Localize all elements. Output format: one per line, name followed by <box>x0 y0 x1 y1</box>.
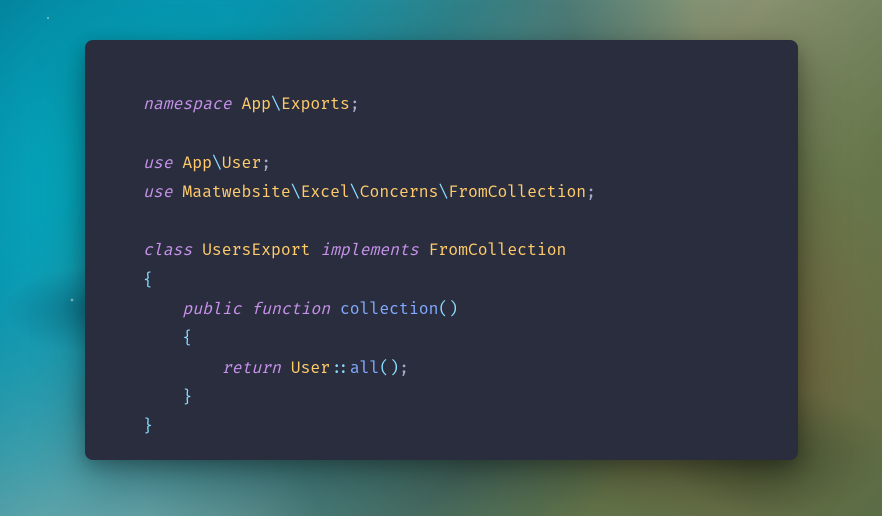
code-token: FromCollection <box>429 240 567 260</box>
code-token <box>143 328 182 348</box>
code-token <box>143 387 182 407</box>
code-line <box>143 207 740 236</box>
code-token: ; <box>399 358 409 378</box>
code-token: all <box>350 358 380 378</box>
code-line: { <box>143 324 740 353</box>
code-token: :: <box>330 358 350 378</box>
code-token: FromCollection <box>448 182 586 202</box>
code-line: namespace App\Exports; <box>143 90 740 119</box>
code-token: () <box>379 358 399 378</box>
code-line: use Maatwebsite\Excel\Concerns\FromColle… <box>143 178 740 207</box>
code-token: use <box>143 182 182 202</box>
code-token: return <box>222 358 291 378</box>
code-token: UsersExport <box>202 240 320 260</box>
code-token: class <box>143 240 202 260</box>
code-token: \ <box>271 94 281 114</box>
code-token: Concerns <box>360 182 439 202</box>
code-token: \ <box>438 182 448 202</box>
code-token: \ <box>212 153 222 173</box>
code-token: App <box>182 153 212 173</box>
code-token: User <box>291 358 330 378</box>
code-line: { <box>143 266 740 295</box>
code-token: \ <box>350 182 360 202</box>
code-line: } <box>143 412 740 441</box>
code-token: Exports <box>281 94 350 114</box>
code-token: { <box>143 270 153 290</box>
code-token <box>143 299 182 319</box>
code-token <box>143 358 222 378</box>
code-token: public <box>182 299 251 319</box>
code-token: Excel <box>301 182 350 202</box>
code-token: { <box>182 328 192 348</box>
code-line: use App\User; <box>143 149 740 178</box>
code-line: return User::all(); <box>143 354 740 383</box>
code-line: class UsersExport implements FromCollect… <box>143 236 740 265</box>
code-token: App <box>241 94 271 114</box>
code-token: ; <box>261 153 271 173</box>
code-token: ; <box>350 94 360 114</box>
code-token: Maatwebsite <box>182 182 290 202</box>
code-block: namespace App\Exports; use App\User;use … <box>143 90 740 442</box>
code-token: () <box>438 299 458 319</box>
code-token: ; <box>586 182 596 202</box>
code-token: function <box>251 299 340 319</box>
code-token: User <box>222 153 261 173</box>
code-token: \ <box>291 182 301 202</box>
code-token: implements <box>320 240 428 260</box>
code-line <box>143 119 740 148</box>
code-token: namespace <box>143 94 241 114</box>
code-token: use <box>143 153 182 173</box>
code-line: } <box>143 383 740 412</box>
code-token: collection <box>340 299 438 319</box>
code-token: } <box>143 416 153 436</box>
code-line: public function collection() <box>143 295 740 324</box>
code-token: } <box>182 387 192 407</box>
code-snippet-card: namespace App\Exports; use App\User;use … <box>85 40 798 460</box>
